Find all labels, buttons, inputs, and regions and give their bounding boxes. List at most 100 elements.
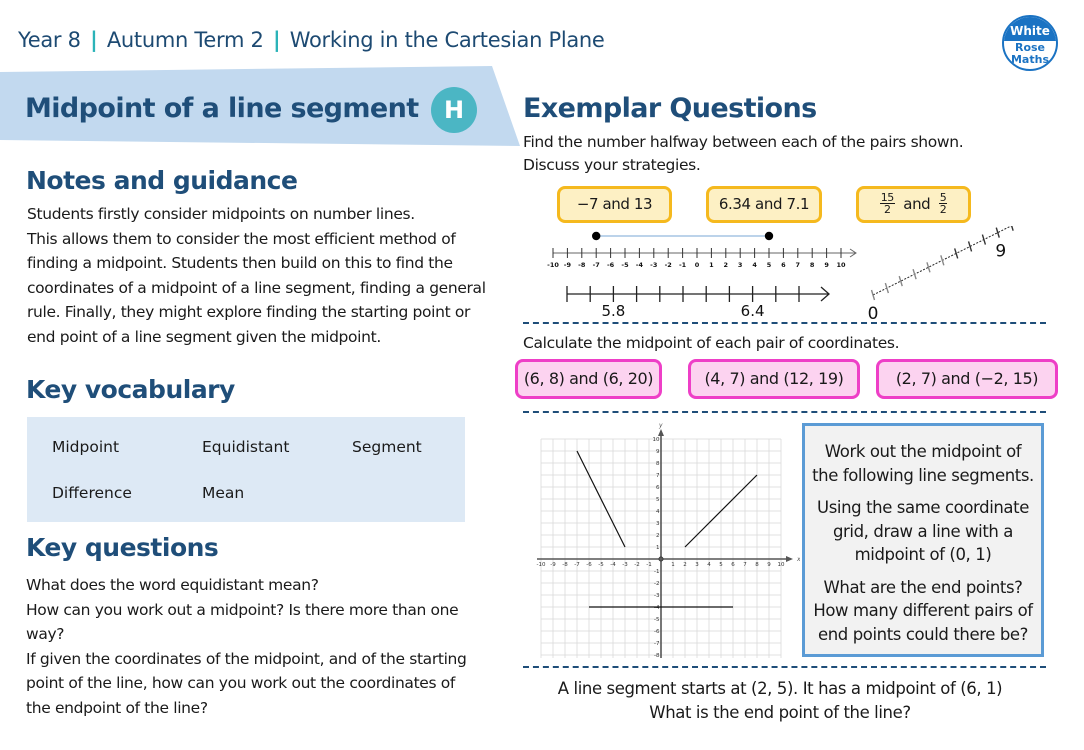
y-tick-label: -3 xyxy=(654,593,660,599)
unit-breadcrumb: Year 8 | Autumn Term 2 | Working in the … xyxy=(18,28,605,52)
unit-label: Working in the Cartesian Plane xyxy=(289,28,605,52)
tick-label: 9 xyxy=(824,261,829,269)
y-tick-label: 10 xyxy=(653,437,660,443)
x-tick-label: 2 xyxy=(683,562,687,568)
marked-point xyxy=(764,231,774,241)
x-tick-label: 8 xyxy=(755,562,759,568)
separator: | xyxy=(90,28,98,52)
pair-card: 6.34 and 7.1 xyxy=(706,186,822,223)
vocab-word: Difference xyxy=(52,484,132,502)
tick-label: 0 xyxy=(868,304,879,324)
y-axis-label: y xyxy=(658,422,663,429)
y-tick-label: 4 xyxy=(656,509,660,515)
y-tick-label: 7 xyxy=(656,473,660,479)
notes-text: Students firstly consider midpoints on n… xyxy=(27,205,486,346)
tick-label: -9 xyxy=(564,261,572,269)
tick-label: 10 xyxy=(836,261,846,269)
box-paragraph: Using the same coordinate grid, draw a l… xyxy=(817,498,1029,564)
x-tick-label: 6 xyxy=(731,562,735,568)
coordinate-pair-card: (2, 7) and (−2, 15) xyxy=(876,359,1058,399)
y-tick-label: -5 xyxy=(654,617,660,623)
y-arrow xyxy=(658,429,664,436)
fraction: 15 2 xyxy=(879,191,895,216)
y-tick-label: 6 xyxy=(656,485,660,491)
tick-label: -4 xyxy=(636,261,644,269)
year-label: Year 8 xyxy=(18,28,81,52)
decimal-number-line: 5.8 6.4 xyxy=(566,286,830,320)
notes-heading: Notes and guidance xyxy=(26,166,298,195)
box-paragraph: Work out the midpoint of the following l… xyxy=(812,442,1034,485)
x-tick-label: 7 xyxy=(743,562,747,568)
tick-label: -10 xyxy=(547,261,559,269)
key-questions-heading: Key questions xyxy=(26,533,219,562)
x-tick-label: 10 xyxy=(778,562,785,568)
endpoint-question: A line segment starts at (2, 5). It has … xyxy=(557,679,1003,722)
tick xyxy=(1011,226,1014,231)
tick-label: -1 xyxy=(679,261,687,269)
section-divider xyxy=(523,666,1046,668)
y-tick-label: -1 xyxy=(654,569,659,575)
x-tick-label: -4 xyxy=(610,562,616,568)
section-divider xyxy=(523,322,1046,324)
x-tick-label: -5 xyxy=(598,562,604,568)
tick-label: -7 xyxy=(593,261,600,269)
x-tick-label: 9 xyxy=(767,562,771,568)
integer-number-line: -10 -9 -8 -7 -6 -5 -4 -3 -2 -1 0 1 2 3 4 5 6 7 8 9 10 xyxy=(547,231,857,269)
x-tick-label: -1 xyxy=(646,562,651,568)
x-axis-label: x xyxy=(796,556,800,563)
y-tick-label: 2 xyxy=(656,533,660,539)
tick-label: 8 xyxy=(810,261,815,269)
key-questions-text: What does the word equidistant mean? How… xyxy=(26,576,467,717)
x-tick-label: -7 xyxy=(574,562,580,568)
x-tick-label: 1 xyxy=(671,562,675,568)
separator: | xyxy=(272,28,281,52)
tick-label: -3 xyxy=(650,261,657,269)
vocabulary-box: Midpoint Equidistant Segment Difference … xyxy=(27,417,465,522)
y-tick-label: -2 xyxy=(654,581,659,587)
tick-label: 9 xyxy=(995,242,1006,262)
number-lines-figure: -10 -9 -8 -7 -6 -5 -4 -3 -2 -1 0 1 2 3 4 5 6 7 8 9 10 5.8 6.4… xyxy=(547,226,1014,324)
page-title: Midpoint of a line segment xyxy=(25,93,419,124)
diagonal-number-line: 09 xyxy=(868,226,1014,324)
logo-white: White xyxy=(1004,17,1056,41)
q2-prompt: Calculate the midpoint of each pair of c… xyxy=(523,334,900,352)
vocab-word: Midpoint xyxy=(52,438,120,456)
y-tick-label: -4 xyxy=(654,605,660,611)
higher-tier-badge: H xyxy=(431,87,477,133)
x-tick-label: -9 xyxy=(550,562,556,568)
tick-label: 4 xyxy=(752,261,757,269)
x-tick-label: -6 xyxy=(586,562,592,568)
y-tick-label: 1 xyxy=(656,545,660,551)
x-tick-label: -10 xyxy=(537,562,546,568)
white-rose-maths-logo: White Rose Maths xyxy=(1002,15,1058,71)
y-tick-label: 9 xyxy=(656,449,660,455)
q1-prompt: Find the number halfway between each of … xyxy=(523,133,964,174)
tick-label: 5 xyxy=(767,261,772,269)
tick-label: 5.8 xyxy=(601,302,625,320)
tick-label: 3 xyxy=(738,261,743,269)
logo-rose-maths: Rose Maths xyxy=(1010,40,1049,66)
tick-label: 0 xyxy=(695,261,700,269)
coordinate-pair-card: (6, 8) and (6, 20) xyxy=(515,359,662,399)
marked-point xyxy=(592,231,601,241)
x-tick-label: -8 xyxy=(562,562,568,568)
tick-label: 7 xyxy=(796,261,801,269)
tick-label: -8 xyxy=(578,261,586,269)
x-tick-label: -2 xyxy=(634,562,639,568)
x-tick-label: 3 xyxy=(695,562,699,568)
y-tick-label: 8 xyxy=(656,461,660,467)
box-paragraph: What are the end points? How many differ… xyxy=(813,577,1033,644)
term-label: Autumn Term 2 xyxy=(106,28,264,52)
question-box: Work out the midpoint of the following l… xyxy=(802,423,1044,657)
y-tick-label: -8 xyxy=(654,653,660,658)
vocab-word: Mean xyxy=(202,484,245,502)
coordinate-grid: xy-10-10-9-9-8-8-7-7-6-6-5-5-4-4-3-3-2-2… xyxy=(537,422,800,658)
tick-label: 6 xyxy=(781,261,786,269)
tick-label: 2 xyxy=(724,261,729,269)
exemplar-heading: Exemplar Questions xyxy=(523,93,817,124)
y-tick-label: 3 xyxy=(656,521,660,527)
x-tick-label: -3 xyxy=(622,562,628,568)
x-tick-label: 4 xyxy=(707,562,711,568)
x-tick-label: 5 xyxy=(719,562,723,568)
tick-label: 1 xyxy=(709,261,714,269)
